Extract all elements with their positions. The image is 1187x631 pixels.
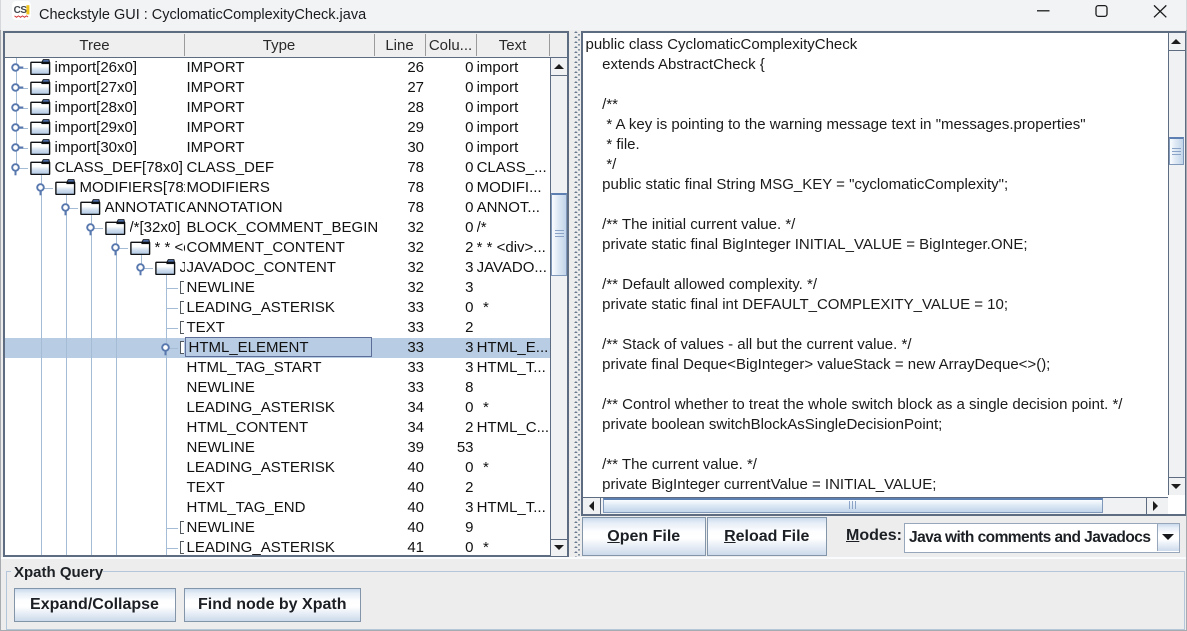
svg-text:CS: CS [14,5,28,16]
